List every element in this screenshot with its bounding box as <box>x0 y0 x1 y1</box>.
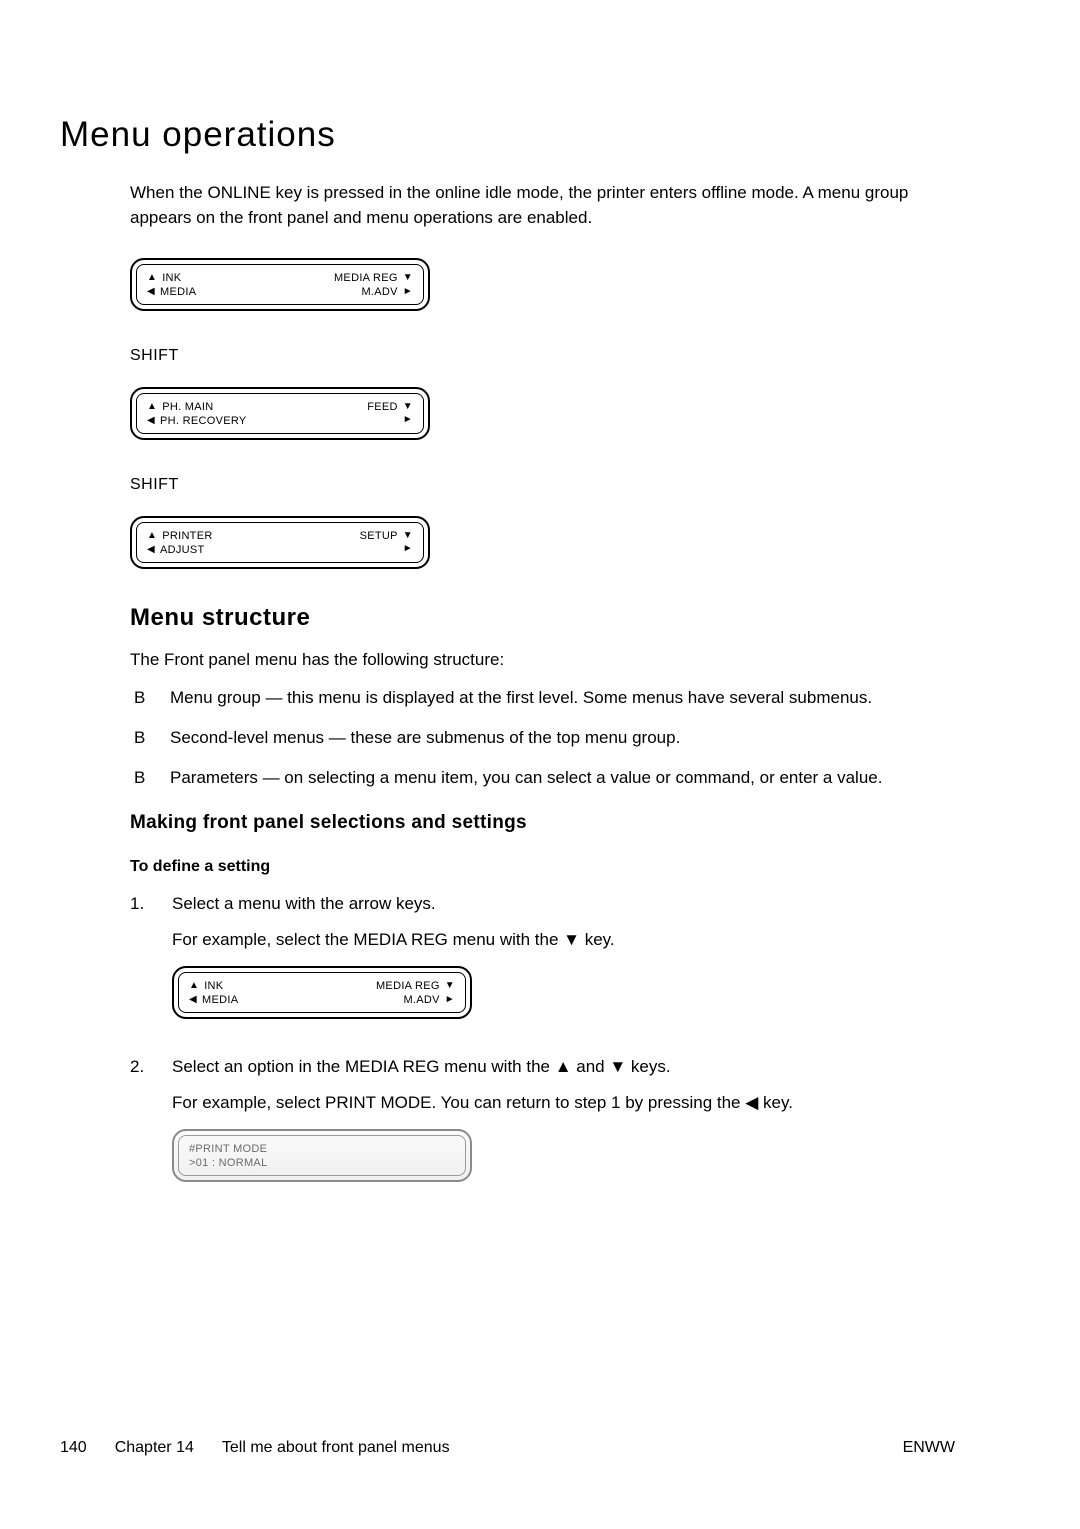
right-triangle-icon: ► <box>445 995 455 1005</box>
selections-subheading: To define a setting <box>130 858 955 876</box>
lcd-panel-3: ▲ PRINTER ◀ ADJUST SETUP ▼ ► <box>130 516 430 569</box>
lcd-panel-2: ▲ PH. MAIN ◀ PH. RECOVERY FEED ▼ ► <box>130 387 430 440</box>
up-triangle-icon: ▲ <box>147 402 157 412</box>
list-text: Parameters — on selecting a menu item, y… <box>170 768 882 788</box>
menu-structure-lead: The Front panel menu has the following s… <box>130 650 955 670</box>
lcd1-bottom-right: M.ADV <box>361 286 397 298</box>
intro-paragraph: When the ONLINE key is pressed in the on… <box>130 181 955 230</box>
left-triangle-icon: ◀ <box>147 545 155 555</box>
page-title: Menu operations <box>60 115 955 155</box>
right-triangle-icon: ► <box>403 544 413 554</box>
step-1: 1. Select a menu with the arrow keys. Fo… <box>130 894 955 1045</box>
lcd-s2-row2: >01 : NORMAL <box>189 1157 455 1169</box>
down-triangle-icon: ▼ <box>403 402 413 412</box>
list-text: Second-level menus — these are submenus … <box>170 728 680 748</box>
up-triangle-icon: ▲ <box>147 531 157 541</box>
left-triangle-icon: ◀ <box>745 1093 758 1112</box>
lcd2-bottom-left: PH. RECOVERY <box>160 415 247 427</box>
chapter-label: Chapter 14 <box>115 1439 194 1457</box>
right-triangle-icon: ► <box>403 287 413 297</box>
lcd-panel-1: ▲ INK ◀ MEDIA MEDIA REG ▼ M.ADV ► <box>130 258 430 311</box>
page-number: 140 <box>60 1439 87 1457</box>
step-2: 2. Select an option in the MEDIA REG men… <box>130 1057 955 1208</box>
up-triangle-icon: ▲ <box>555 1057 572 1076</box>
lcd-panel-step1: ▲ INK ◀ MEDIA MEDIA REG ▼ M.ADV ► <box>172 966 472 1019</box>
up-triangle-icon: ▲ <box>189 981 199 991</box>
down-triangle-icon: ▼ <box>563 930 580 949</box>
bullet-marker: B <box>134 728 148 748</box>
lcd3-top-right: SETUP <box>360 530 398 542</box>
lcd3-bottom-left: ADJUST <box>160 544 205 556</box>
lcd1-top-right: MEDIA REG <box>334 272 398 284</box>
lcd3-top-left: PRINTER <box>162 530 212 542</box>
page-footer: 140 Chapter 14 Tell me about front panel… <box>60 1439 955 1457</box>
left-triangle-icon: ◀ <box>147 287 155 297</box>
lcd2-top-left: PH. MAIN <box>162 401 213 413</box>
step2-line2: For example, select PRINT MODE. You can … <box>172 1093 955 1113</box>
footer-right: ENWW <box>903 1439 955 1457</box>
list-item: B Second-level menus — these are submenu… <box>134 728 955 748</box>
down-triangle-icon: ▼ <box>403 531 413 541</box>
step1-line2: For example, select the MEDIA REG menu w… <box>172 930 955 950</box>
shift-label-2: SHIFT <box>130 476 955 494</box>
chapter-title: Tell me about front panel menus <box>222 1439 450 1457</box>
down-triangle-icon: ▼ <box>403 273 413 283</box>
right-triangle-icon: ► <box>403 415 413 425</box>
bullet-marker: B <box>134 768 148 788</box>
list-item: B Parameters — on selecting a menu item,… <box>134 768 955 788</box>
lcd2-top-right: FEED <box>367 401 398 413</box>
shift-label-1: SHIFT <box>130 347 955 365</box>
lcd-s1-bottom-right: M.ADV <box>403 994 439 1006</box>
lcd-panel-step2: #PRINT MODE >01 : NORMAL <box>172 1129 472 1182</box>
lcd-s1-top-left: INK <box>204 980 223 992</box>
lcd1-top-left: INK <box>162 272 181 284</box>
up-triangle-icon: ▲ <box>147 273 157 283</box>
step1-line1: Select a menu with the arrow keys. <box>172 894 955 914</box>
left-triangle-icon: ◀ <box>147 416 155 426</box>
lcd-s1-top-right: MEDIA REG <box>376 980 440 992</box>
down-triangle-icon: ▼ <box>609 1057 626 1076</box>
lcd1-bottom-left: MEDIA <box>160 286 196 298</box>
lcd-s2-row1: #PRINT MODE <box>189 1143 455 1155</box>
down-triangle-icon: ▼ <box>445 981 455 991</box>
bullet-marker: B <box>134 688 148 708</box>
list-item: B Menu group — this menu is displayed at… <box>134 688 955 708</box>
step-number: 1. <box>130 894 146 1045</box>
list-text: Menu group — this menu is displayed at t… <box>170 688 872 708</box>
left-triangle-icon: ◀ <box>189 995 197 1005</box>
lcd-s1-bottom-left: MEDIA <box>202 994 238 1006</box>
step2-line1: Select an option in the MEDIA REG menu w… <box>172 1057 955 1077</box>
menu-structure-list: B Menu group — this menu is displayed at… <box>134 688 955 788</box>
menu-structure-heading: Menu structure <box>130 604 955 632</box>
selections-heading: Making front panel selections and settin… <box>130 812 955 834</box>
step-number: 2. <box>130 1057 146 1208</box>
